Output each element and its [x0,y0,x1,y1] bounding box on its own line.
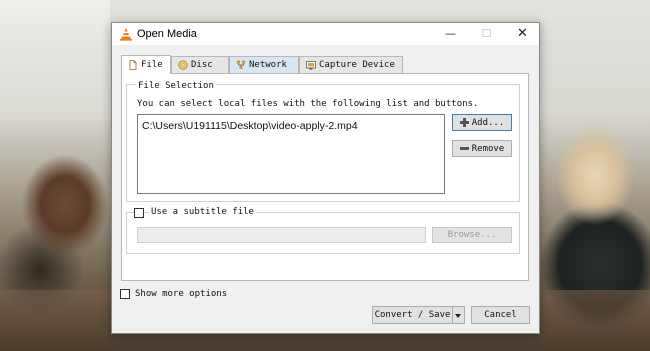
title-bar[interactable]: Open Media — ☐ ✕ [112,23,539,45]
maximize-button[interactable]: ☐ [468,23,505,45]
tab-disc-label: Disc [191,60,213,70]
background-window-light [0,0,110,120]
vlc-cone-icon [120,28,132,41]
open-media-dialog: Open Media — ☐ ✕ File Disc Network Captu… [111,22,540,334]
convert-dropdown-button[interactable] [453,306,465,324]
window-title: Open Media [137,28,197,40]
remove-file-label: Remove [471,143,505,154]
subtitle-checkbox[interactable] [134,208,144,218]
tab-file[interactable]: File [121,55,171,74]
remove-file-button[interactable]: Remove [452,140,512,157]
minimize-button[interactable]: — [432,23,469,45]
convert-save-label: Convert / Save [374,310,451,320]
add-file-button[interactable]: Add... [452,114,512,131]
subtitle-checkbox-label[interactable]: Use a subtitle file [149,207,256,217]
show-more-options-label[interactable]: Show more options [135,289,227,299]
plus-icon [459,118,469,127]
tab-network-label: Network [249,60,287,70]
file-list-item[interactable]: C:\Users\U191115\Desktop\video-apply-2.m… [142,120,358,132]
capture-device-icon [306,61,316,70]
convert-save-button[interactable]: Convert / Save [372,306,453,324]
subtitle-path-input [137,227,426,243]
tab-capture-device-label: Capture Device [319,60,395,70]
network-icon [237,60,245,69]
close-button[interactable]: ✕ [504,23,541,45]
browse-subtitle-button: Browse... [432,227,512,243]
tab-disc[interactable]: Disc [171,56,229,73]
show-more-options-checkbox[interactable] [120,289,130,299]
file-list[interactable]: C:\Users\U191115\Desktop\video-apply-2.m… [137,114,445,194]
cancel-label: Cancel [484,310,517,320]
tab-capture-device[interactable]: Capture Device [299,56,403,73]
disc-icon [178,60,188,70]
file-icon [129,60,137,70]
tab-file-label: File [141,60,163,70]
file-selection-legend: File Selection [136,81,216,91]
cancel-button[interactable]: Cancel [471,306,530,324]
minus-icon [459,147,469,150]
add-file-label: Add... [471,117,505,128]
file-selection-hint: You can select local files with the foll… [137,99,479,109]
tab-network[interactable]: Network [229,56,299,73]
